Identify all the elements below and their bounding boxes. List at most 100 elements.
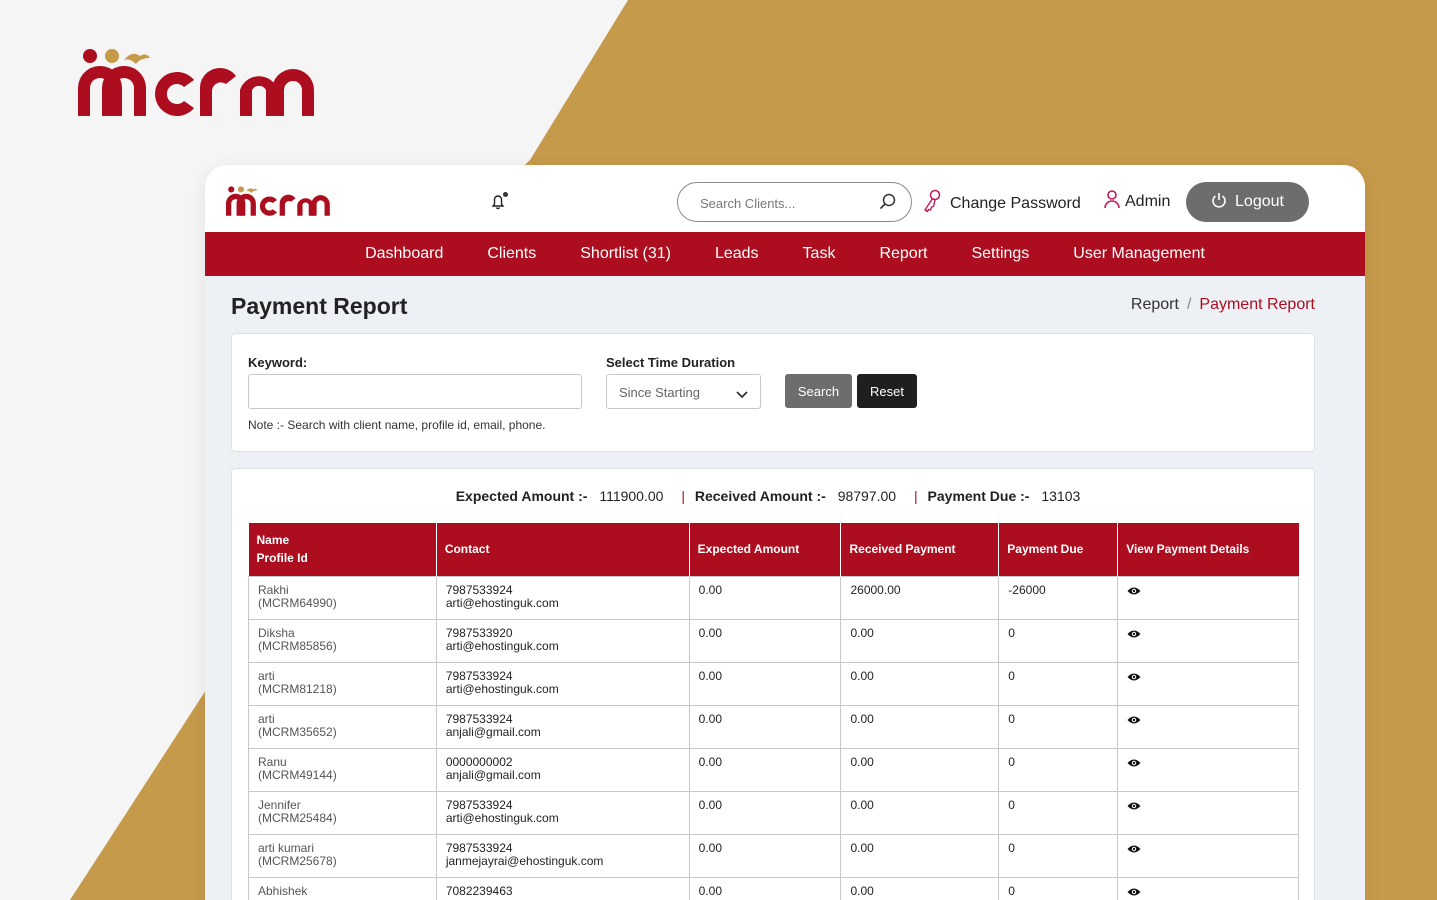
cell-received-payment: 0.00: [840, 661, 1000, 706]
cell-name-profile: Diksha (MCRM85856): [248, 618, 437, 663]
client-name[interactable]: Diksha: [258, 626, 427, 640]
cell-received-payment: 0.00: [840, 790, 1000, 835]
nav-task[interactable]: Task: [781, 245, 858, 263]
search-button[interactable]: Search: [785, 374, 852, 408]
cell-received-payment: 0.00: [840, 833, 1000, 878]
cell-view-details: [1117, 876, 1299, 900]
col-profile-id: Profile Id: [256, 551, 308, 566]
eye-icon[interactable]: [1127, 758, 1141, 771]
logout-label: Logout: [1235, 193, 1284, 210]
cell-payment-due: -26000: [998, 575, 1119, 620]
cell-received-payment: 26000.00: [840, 575, 1000, 620]
profile-id: (MCRM64990): [258, 595, 337, 610]
cell-received-payment: 0.00: [840, 618, 1000, 663]
user-icon: [1103, 189, 1121, 214]
col-view-details: View Payment Details: [1117, 523, 1299, 576]
payment-due-value: 13103: [1041, 488, 1081, 504]
change-password-link[interactable]: Change Password: [922, 189, 1081, 218]
cell-name-profile: Ranu (MCRM49144): [248, 747, 437, 792]
keyword-input[interactable]: [248, 374, 582, 409]
chevron-down-icon: [736, 387, 748, 402]
cell-payment-due: 0: [998, 618, 1119, 663]
cell-payment-due: 0: [998, 661, 1119, 706]
nav-clients[interactable]: Clients: [465, 245, 558, 263]
eye-icon[interactable]: [1127, 844, 1141, 857]
profile-id: (MCRM25678): [258, 853, 337, 868]
breadcrumb-report[interactable]: Report: [1131, 296, 1179, 314]
client-name[interactable]: Abhishek: [258, 884, 427, 898]
key-icon: [922, 189, 942, 218]
notification-bell-icon[interactable]: [489, 191, 511, 216]
search-clients-input[interactable]: [700, 193, 865, 213]
app-window: Change Password Admin Logout Dashboard C: [205, 165, 1365, 900]
client-name[interactable]: arti: [258, 712, 427, 726]
table-row: Rakhi (MCRM64990) 7987533924 arti@ehosti…: [248, 575, 1299, 620]
profile-id: (MCRM35652): [258, 724, 337, 739]
eye-icon[interactable]: [1127, 629, 1141, 642]
client-name[interactable]: Jennifer: [258, 798, 427, 812]
logout-button[interactable]: Logout: [1186, 182, 1309, 222]
cell-name-profile: arti kumari (MCRM25678): [248, 833, 437, 878]
breadcrumb-separator: /: [1186, 296, 1192, 313]
col-name-profile: Name Profile Id: [248, 523, 437, 576]
cell-view-details: [1117, 747, 1299, 792]
nav-shortlist[interactable]: Shortlist (31): [558, 245, 693, 263]
keyword-label: Keyword:: [248, 355, 308, 370]
col-payment-due: Payment Due: [998, 523, 1119, 576]
cell-contact: 7987533924 anjali@gmail.com: [435, 704, 690, 749]
nav-dashboard[interactable]: Dashboard: [343, 245, 465, 263]
search-icon[interactable]: [879, 193, 897, 216]
duration-select[interactable]: Since Starting: [606, 374, 761, 409]
search-clients-box[interactable]: [677, 182, 912, 222]
col-contact: Contact: [436, 523, 690, 576]
client-email: arti@ehostinguk.com: [445, 810, 559, 825]
table-row: Ranu (MCRM49144) 0000000002 anjali@gmail…: [248, 747, 1299, 792]
search-note: Note :- Search with client name, profile…: [248, 418, 546, 432]
client-phone: 7987533924: [445, 582, 513, 597]
cell-view-details: [1117, 704, 1299, 749]
expected-amount-value: 111900.00: [599, 488, 664, 504]
client-name[interactable]: Ranu: [258, 755, 427, 769]
received-amount-label: Received Amount :-: [694, 488, 826, 504]
nav-report[interactable]: Report: [857, 245, 949, 263]
cell-view-details: [1117, 661, 1299, 706]
eye-icon[interactable]: [1127, 801, 1141, 814]
cell-payment-due: 0: [998, 833, 1119, 878]
nav-leads[interactable]: Leads: [693, 245, 781, 263]
breadcrumb-current: Payment Report: [1199, 296, 1315, 313]
cell-expected-amount: 0.00: [688, 790, 842, 835]
client-name[interactable]: Rakhi: [258, 583, 427, 597]
admin-user-menu[interactable]: Admin: [1103, 189, 1170, 214]
cell-expected-amount: 0.00: [688, 575, 842, 620]
power-icon: [1211, 192, 1227, 213]
cell-payment-due: 0: [998, 704, 1119, 749]
nav-settings[interactable]: Settings: [949, 245, 1051, 263]
client-name[interactable]: arti kumari: [258, 841, 427, 855]
client-name[interactable]: arti: [258, 669, 427, 683]
profile-id: (MCRM49144): [258, 767, 337, 782]
nav-user-management[interactable]: User Management: [1051, 245, 1227, 263]
duration-selected-value: Since Starting: [619, 385, 700, 400]
eye-icon[interactable]: [1127, 715, 1141, 728]
filter-card: Keyword: Select Time Duration Since Star…: [231, 333, 1315, 452]
eye-icon[interactable]: [1127, 586, 1141, 599]
cell-contact: 7987533924 arti@ehostinguk.com: [435, 661, 690, 706]
cell-received-payment: 0.00: [840, 704, 1000, 749]
change-password-label: Change Password: [950, 194, 1081, 212]
admin-label: Admin: [1125, 192, 1171, 210]
table-header-row: Name Profile Id Contact Expected Amount …: [248, 523, 1299, 576]
reset-button[interactable]: Reset: [857, 374, 917, 408]
received-amount-value: 98797.00: [837, 488, 897, 504]
cell-received-payment: 0.00: [840, 747, 1000, 792]
cell-contact: 7987533924 arti@ehostinguk.com: [435, 575, 690, 620]
cell-name-profile: Rakhi (MCRM64990): [248, 575, 437, 620]
client-phone: 7987533920: [445, 625, 513, 640]
eye-icon[interactable]: [1127, 672, 1141, 685]
header-logo[interactable]: [225, 185, 333, 223]
client-phone: 7987533924: [445, 668, 513, 683]
cell-expected-amount: 0.00: [688, 833, 842, 878]
cell-expected-amount: 0.00: [688, 661, 842, 706]
client-phone: 7987533924: [445, 840, 513, 855]
cell-contact: 7987533924 janmejayrai@ehostinguk.com: [435, 833, 690, 878]
eye-icon[interactable]: [1127, 887, 1141, 900]
